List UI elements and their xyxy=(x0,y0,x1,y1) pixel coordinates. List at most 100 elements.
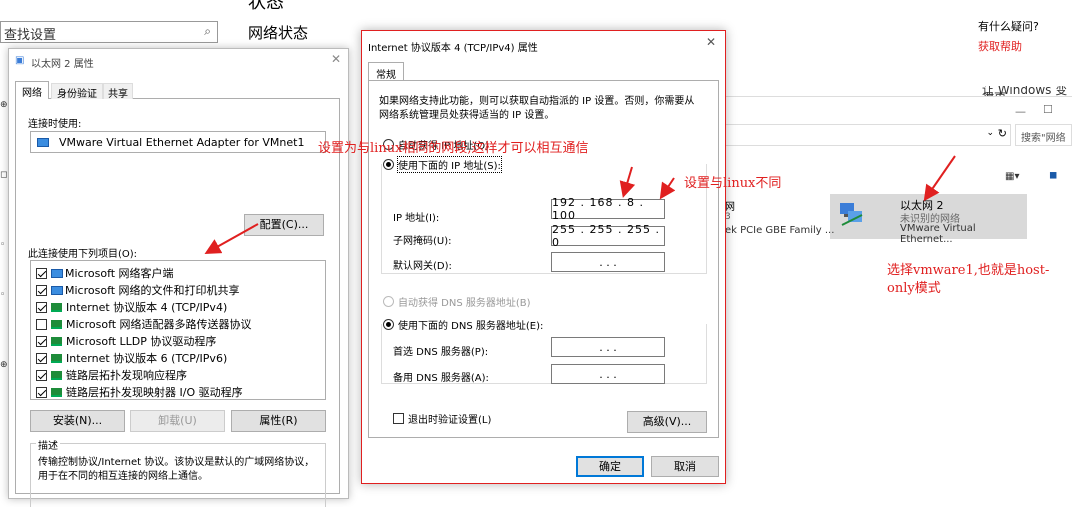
general-tab-panel: 如果网络支持此功能，则可以获取自动指派的 IP 设置。否则，你需要从网络系统管理… xyxy=(368,80,719,438)
item-label: Microsoft 网络客户端 xyxy=(65,267,174,280)
item-checkbox[interactable] xyxy=(36,301,47,313)
windows-truncated-note: 让 Windows 变得更 xyxy=(982,86,1068,96)
address-bar[interactable]: ⌄ ↻ xyxy=(725,124,1011,146)
maximize-icon[interactable]: ☐ xyxy=(1043,103,1053,116)
subnet-mask-field[interactable]: 255 . 255 . 255 . 0 xyxy=(551,223,665,249)
item-label: Microsoft 网络的文件和打印机共享 xyxy=(65,284,240,297)
list-item[interactable]: Microsoft 网络客户端 xyxy=(36,265,174,281)
explorer-search-input[interactable]: 搜索"网络 xyxy=(1015,124,1072,146)
protocol-icon xyxy=(51,370,62,380)
auto-dns-radio[interactable] xyxy=(383,296,394,307)
ip-address-field[interactable]: 192 . 168 . 8 . 100 xyxy=(551,196,665,222)
settings-search-input[interactable]: 查找设置 xyxy=(4,24,56,43)
adapter-item-other[interactable]: 网 3 ek PCIe GBE Family ... xyxy=(725,197,834,237)
item-checkbox[interactable] xyxy=(36,369,47,381)
props-tab-panel: 连接时使用: VMware Virtual Ethernet Adapter f… xyxy=(15,99,340,507)
preferred-dns-field[interactable]: . . . xyxy=(551,337,665,357)
adapter-device: VMware Virtual Ethernet... xyxy=(900,223,976,245)
ipv4-dialog-title: Internet 协议版本 4 (TCP/IPv4) 属性 xyxy=(368,43,538,54)
vpn-icon: ◦ xyxy=(0,290,6,300)
item-checkbox[interactable] xyxy=(36,335,47,347)
home-icon: ⊕ xyxy=(0,100,8,110)
validate-checkbox[interactable] xyxy=(393,413,404,424)
properties-button[interactable]: 属性(R) xyxy=(231,410,326,432)
dialup-icon: ◦ xyxy=(0,240,6,250)
get-help-link[interactable]: 获取帮助 xyxy=(978,38,1022,54)
props-dialog-title: 以太网 2 属性 xyxy=(31,59,94,70)
status-heading: 状态 xyxy=(248,0,284,13)
tab-authentication[interactable]: 身份验证 xyxy=(51,83,103,100)
item-checkbox[interactable] xyxy=(36,352,47,364)
item-label: Microsoft LLDP 协议驱动程序 xyxy=(66,335,217,348)
cancel-button[interactable]: 取消 xyxy=(651,456,719,477)
items-label: 此连接使用下列项目(O): xyxy=(28,249,138,260)
sidebar-edge: ⊕ ◻ ◦ ◦ ⊕ xyxy=(0,60,8,400)
advanced-button[interactable]: 高级(V)... xyxy=(627,411,707,433)
list-item[interactable]: Microsoft 网络适配器多路传送器协议 xyxy=(36,316,252,332)
preferred-dns-label: 首选 DNS 服务器(P): xyxy=(393,347,489,358)
ip-address-label: IP 地址(I): xyxy=(393,213,440,224)
ipv4-properties-dialog: Internet 协议版本 4 (TCP/IPv4) 属性 ✕ 常规 如果网络支… xyxy=(361,30,726,484)
list-item[interactable]: Microsoft LLDP 协议驱动程序 xyxy=(36,333,216,349)
connect-using-label: 连接时使用: xyxy=(28,119,82,130)
manual-dns-radio[interactable] xyxy=(383,319,394,330)
alternate-dns-field[interactable]: . . . xyxy=(551,364,665,384)
annotation-different: 设置与linux不同 xyxy=(684,176,782,191)
item-label: Microsoft 网络适配器多路传送器协议 xyxy=(66,318,252,331)
settings-search-box[interactable]: 查找设置 ⌕ xyxy=(0,21,218,43)
tab-network[interactable]: 网络 xyxy=(15,81,49,100)
other-adapter-device: ek PCIe GBE Family ... xyxy=(725,225,835,236)
auto-dns-label: 自动获得 DNS 服务器地址(B) xyxy=(398,298,531,309)
close-icon[interactable]: ✕ xyxy=(331,52,341,66)
item-label: Internet 协议版本 6 (TCP/IPv6) xyxy=(66,352,228,365)
close-icon[interactable]: ✕ xyxy=(706,35,716,49)
ethernet-icon: ◻ xyxy=(0,170,8,180)
ok-button[interactable]: 确定 xyxy=(576,456,644,477)
item-checkbox[interactable] xyxy=(36,284,47,296)
refresh-icon[interactable]: ↻ xyxy=(998,127,1007,140)
adapter-name-text: VMware Virtual Ethernet Adapter for VMne… xyxy=(59,135,305,149)
adapter-letter: 网 xyxy=(725,202,735,213)
item-checkbox[interactable] xyxy=(36,318,47,330)
uninstall-button[interactable]: 卸载(U) xyxy=(130,410,225,432)
subnet-mask-label: 子网掩码(U): xyxy=(393,236,452,247)
tab-sharing[interactable]: 共享 xyxy=(103,83,133,100)
validate-option[interactable]: 退出时验证设置(L) xyxy=(393,411,491,426)
adapter-display: VMware Virtual Ethernet Adapter for VMne… xyxy=(30,131,326,153)
manual-dns-option[interactable]: 使用下面的 DNS 服务器地址(E): xyxy=(383,317,543,332)
search-icon[interactable]: ⌕ xyxy=(204,24,211,39)
description-label: 描述 xyxy=(36,437,60,452)
configure-button[interactable]: 配置(C)... xyxy=(244,214,324,236)
manual-ip-radio[interactable] xyxy=(383,159,394,170)
auto-dns-option[interactable]: 自动获得 DNS 服务器地址(B) xyxy=(383,294,531,309)
protocol-icon xyxy=(51,319,62,329)
description-text: 传输控制协议/Internet 协议。该协议是默认的广域网络协议，用于在不同的相… xyxy=(38,457,315,482)
manual-dns-label: 使用下面的 DNS 服务器地址(E): xyxy=(398,321,544,332)
minimize-icon[interactable]: — xyxy=(1015,105,1026,118)
gateway-label: 默认网关(D): xyxy=(393,261,452,272)
list-item[interactable]: 链路层拓扑发现响应程序 xyxy=(36,367,187,383)
adapter-item-ethernet2[interactable]: 以太网 2 未识别的网络 VMware Virtual Ethernet... xyxy=(830,194,1027,245)
list-item[interactable]: 链路层拓扑发现映射器 I/O 驱动程序 xyxy=(36,384,243,400)
protocol-icon xyxy=(51,387,62,397)
item-label: 链路层拓扑发现响应程序 xyxy=(66,369,187,382)
annotation-choose-vmware: 选择vmware1,也就是host-only模式 xyxy=(887,263,1050,296)
list-item[interactable]: Internet 协议版本 6 (TCP/IPv6) xyxy=(36,350,227,366)
manual-ip-option[interactable]: 使用下面的 IP 地址(S): xyxy=(383,156,502,173)
validate-label: 退出时验证设置(L) xyxy=(408,415,492,426)
chevron-down-icon[interactable]: ⌄ xyxy=(986,128,994,138)
item-checkbox[interactable] xyxy=(36,386,47,398)
help-question: 有什么疑问? xyxy=(978,20,1039,33)
list-item[interactable]: Internet 协议版本 4 (TCP/IPv4) xyxy=(36,299,227,315)
network-client-icon xyxy=(51,285,63,295)
item-checkbox[interactable] xyxy=(36,267,47,279)
list-item[interactable]: Microsoft 网络的文件和打印机共享 xyxy=(36,282,240,298)
view-options-icon[interactable]: ▦▾ xyxy=(1005,171,1019,182)
install-button[interactable]: 安装(N)... xyxy=(30,410,125,432)
pane-icon[interactable]: ◼ xyxy=(1049,170,1057,181)
gateway-field[interactable]: . . . xyxy=(551,252,665,272)
protocol-icon xyxy=(51,353,62,363)
protocol-icon xyxy=(51,302,62,312)
network-status-label: 网络状态 xyxy=(248,24,309,42)
tab-general[interactable]: 常规 xyxy=(368,62,404,81)
